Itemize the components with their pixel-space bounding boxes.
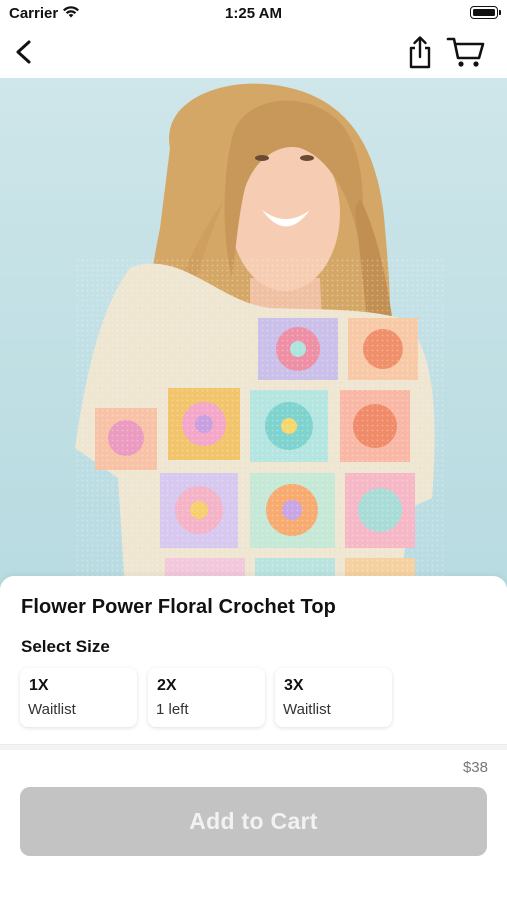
size-option-3x[interactable]: 3X Waitlist — [275, 668, 392, 727]
size-availability: Waitlist — [28, 701, 76, 718]
divider — [0, 744, 507, 750]
cart-icon — [446, 37, 485, 67]
product-title: Flower Power Floral Crochet Top — [21, 596, 336, 618]
product-photo — [0, 78, 507, 590]
size-name: 2X — [157, 677, 177, 694]
battery-icon — [470, 6, 501, 19]
size-availability: Waitlist — [283, 701, 331, 718]
chevron-left-icon — [16, 40, 31, 64]
clock: 1:25 AM — [225, 5, 282, 22]
add-to-cart-button[interactable]: Add to Cart — [20, 787, 487, 856]
product-detail-screen: Carrier 1:25 AM Flower Power Floral Croc… — [0, 0, 507, 900]
size-name: 3X — [284, 677, 304, 694]
size-option-2x[interactable]: 2X 1 left — [148, 668, 265, 727]
navigation-bar — [0, 28, 507, 78]
size-availability: 1 left — [156, 701, 189, 718]
share-button[interactable] — [402, 34, 438, 70]
size-options: 1X Waitlist 2X 1 left 3X Waitlist — [20, 668, 400, 728]
price-label: $38 — [462, 759, 488, 776]
back-button[interactable] — [10, 36, 40, 68]
size-option-1x[interactable]: 1X Waitlist — [20, 668, 137, 727]
size-name: 1X — [29, 677, 49, 694]
product-info-sheet: Flower Power Floral Crochet Top Select S… — [0, 576, 507, 900]
select-size-label: Select Size — [21, 637, 110, 656]
share-icon — [409, 36, 431, 69]
status-bar: Carrier 1:25 AM — [0, 0, 507, 28]
cart-button[interactable] — [446, 34, 486, 70]
